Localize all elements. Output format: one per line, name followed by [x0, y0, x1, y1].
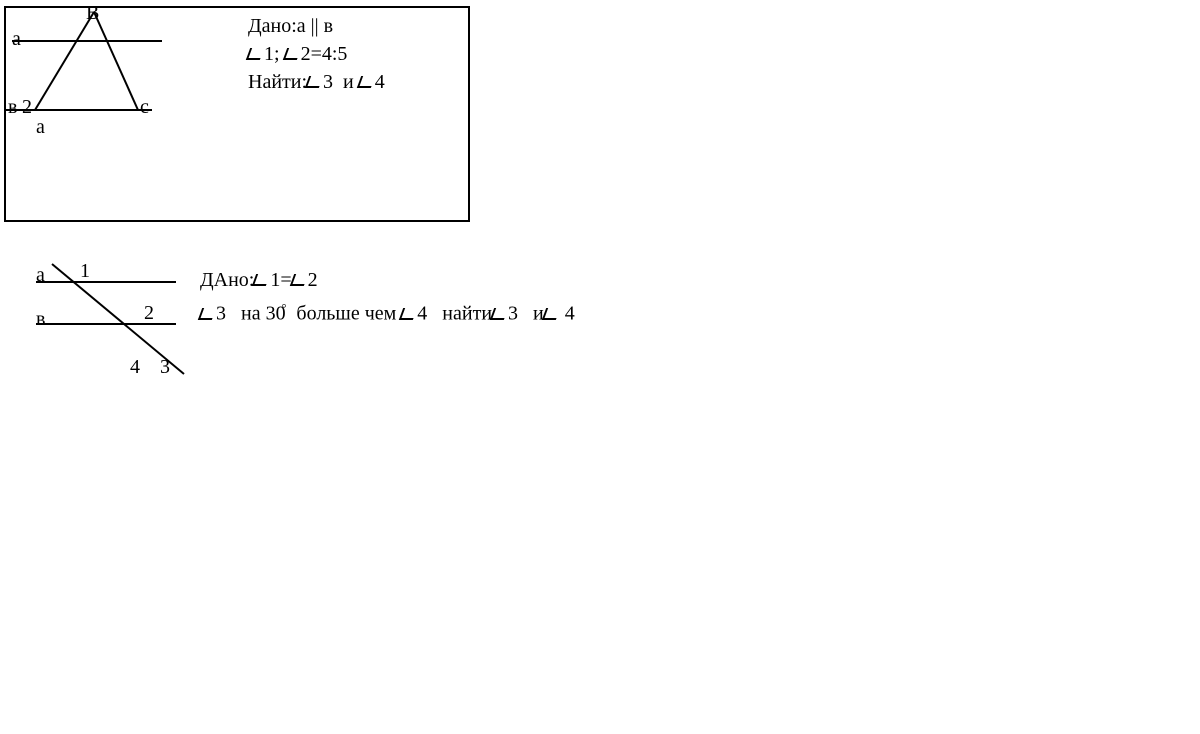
- p1-parallel: а || в: [297, 15, 333, 37]
- problem1-text: Дано:а || в 1; 2=4:5 Найти: 3 и 4: [248, 12, 385, 96]
- p2-angle2: 2: [144, 302, 154, 325]
- angle-icon: [198, 308, 216, 320]
- angle-icon: [252, 274, 270, 286]
- p2-eq-l: 1=: [270, 269, 291, 291]
- p1-find-label: Найти:: [248, 71, 307, 93]
- degree-icon: °: [282, 301, 287, 315]
- angle-icon: [282, 48, 300, 60]
- problem1-diagram: [4, 6, 204, 166]
- angle-icon: [357, 76, 375, 88]
- p1-vertex-b: В: [86, 2, 99, 25]
- p2-f4: 4: [565, 303, 575, 325]
- p2-given-label: ДАно:: [200, 269, 254, 291]
- p2-angle4: 4: [130, 356, 140, 379]
- angle-icon: [542, 308, 560, 320]
- p2-angle1: 1: [80, 260, 90, 283]
- p2-a3: 3: [216, 303, 226, 325]
- p2-angle3: 3: [160, 356, 170, 379]
- p2-f3: 3: [508, 303, 518, 325]
- angle-icon: [490, 308, 508, 320]
- angle-icon: [305, 76, 323, 88]
- p1-given-label: Дано:: [248, 15, 297, 37]
- p1-line2: 1; 2=4:5: [248, 40, 385, 68]
- p2-more: больше чем: [296, 303, 396, 325]
- p1-point-c: с: [140, 96, 149, 119]
- p1-line-a: а: [12, 28, 21, 51]
- p1-line3: Найти: 3 и 4: [248, 68, 385, 96]
- p1-and: и: [343, 71, 354, 93]
- p1-ratio-r: 2=4:5: [301, 43, 348, 65]
- p2-line-b: в: [36, 308, 45, 331]
- problem2-text: ДАно: 1= 2 3 на 30° больше чем 4 найти 3 и …: [200, 266, 575, 328]
- p2-line1: ДАно: 1= 2: [200, 266, 575, 294]
- p2-line-a: а: [36, 264, 45, 287]
- p2-and: и: [533, 303, 544, 325]
- p2-a4: 4: [417, 303, 427, 325]
- angle-icon: [289, 274, 307, 286]
- p1-point-a: а: [36, 116, 45, 139]
- angle-icon: [246, 48, 264, 60]
- problem2-diagram: [28, 262, 228, 402]
- p2-mid: на 30: [241, 303, 286, 325]
- p2-line2: 3 на 30° больше чем 4 найти 3 и 4: [200, 294, 575, 328]
- p1-line-b: в: [8, 96, 17, 119]
- p1-f4: 4: [375, 71, 385, 93]
- p2-eq-r: 2: [308, 269, 318, 291]
- p1-line1: Дано:а || в: [248, 12, 385, 40]
- p1-ratio-l: 1;: [264, 43, 280, 65]
- p1-f3: 3: [323, 71, 333, 93]
- angle-icon: [399, 308, 417, 320]
- p1-angle2: 2: [22, 96, 32, 119]
- p2-find: найти: [442, 303, 492, 325]
